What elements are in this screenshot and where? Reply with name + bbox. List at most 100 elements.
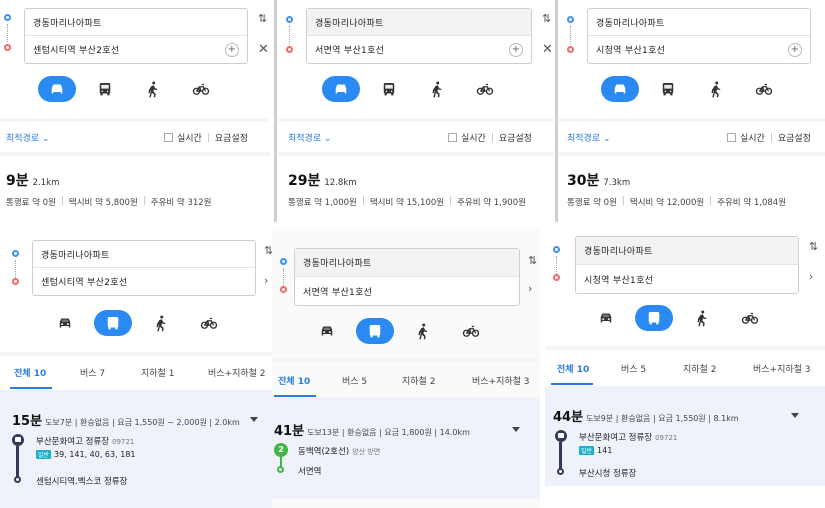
boarding-stop[interactable]: 부산문화여고 정류장 09721 [36, 435, 134, 447]
destination-field[interactable]: 센텀시티역 부산2호선 + [25, 36, 247, 63]
mode-walk-button[interactable] [142, 310, 180, 336]
mode-car-button[interactable] [601, 76, 639, 102]
route-summary[interactable]: 29분 12.8km 통행료 약 1,000원 택시비 약 15,100원 주유비 약… [288, 170, 526, 208]
origin-field[interactable]: 경동마리나아파트 [33, 241, 255, 268]
mode-bike-button[interactable] [466, 76, 504, 102]
chevron-right-icon[interactable]: › [809, 270, 813, 283]
tab-bus[interactable]: 버스 7 [80, 366, 105, 379]
bus-numbers[interactable]: 일반 39, 141, 40, 63, 181 [36, 450, 135, 459]
mode-walk-button[interactable] [697, 76, 735, 102]
swap-icon[interactable]: ⇅ [264, 244, 272, 257]
mode-car-button[interactable] [587, 305, 625, 331]
swap-icon[interactable]: ⇅ [809, 240, 818, 253]
tab-subway[interactable]: 지하철 1 [141, 366, 174, 379]
route-time: 9분 [6, 173, 29, 189]
tab-bus-subway[interactable]: 버스+지하철 3 [472, 374, 530, 387]
divider-band [278, 118, 554, 122]
route-card[interactable]: 15분 도보7분 | 환승없음 | 요금 1,550원 ~ 2,000원 | 2.… [0, 390, 272, 508]
origin-text: 경동마리나아파트 [584, 247, 653, 257]
destination-text: 서면역 부산1호선 [315, 46, 385, 56]
route-card[interactable]: 44분 도보9분 | 환승없음 | 요금 1,550원 | 8.1km 부산문화여… [545, 386, 825, 486]
mode-walk-button[interactable] [418, 76, 456, 102]
fee-settings-link[interactable]: 요금설정 [778, 131, 811, 144]
mode-transit-button[interactable] [356, 318, 394, 344]
fee-settings-link[interactable]: 요금설정 [499, 131, 532, 144]
destination-field[interactable]: 서면역 부산1호선 [295, 277, 519, 305]
route-summary[interactable]: 9분 2.1km 통행료 약 0원 택시비 약 5,800원 주유비 약 312원 [6, 170, 212, 208]
mode-transit-button[interactable] [649, 76, 687, 102]
mode-transit-button[interactable] [635, 305, 673, 331]
tab-subway[interactable]: 지하철 2 [683, 362, 716, 375]
mode-bike-button[interactable] [745, 76, 783, 102]
swap-icon[interactable]: ⇅ [528, 254, 537, 267]
mode-car-button[interactable] [322, 76, 360, 102]
mode-transit-button[interactable] [86, 76, 124, 102]
chevron-right-icon[interactable]: › [264, 274, 268, 287]
close-icon[interactable]: ✕ [258, 42, 269, 57]
origin-text: 경동마리나아파트 [315, 18, 384, 29]
mode-bike-button[interactable] [190, 310, 228, 336]
route-search-box: 경동마리나아파트 센텀시티역 부산2호선 [32, 240, 256, 296]
tab-subway[interactable]: 지하철 2 [402, 374, 435, 387]
mode-walk-button[interactable] [134, 76, 172, 102]
expand-caret-icon[interactable] [512, 427, 520, 432]
route-summary[interactable]: 30분 7.3km 통행료 약 0원 택시비 약 12,000원 주유비 약 1,08… [567, 170, 786, 208]
origin-field[interactable]: 경동마리나아파트 [588, 9, 810, 36]
add-icon[interactable]: + [509, 42, 523, 57]
mode-car-button[interactable] [46, 310, 84, 336]
route-option-dropdown[interactable]: 최적경로 ⌄ [6, 131, 50, 144]
origin-field[interactable]: 경동마리나아파트 [295, 249, 519, 277]
origin-field[interactable]: 경동마리나아파트 [576, 237, 798, 265]
realtime-checkbox[interactable] [727, 133, 736, 142]
realtime-checkbox[interactable] [164, 133, 173, 142]
swap-icon[interactable]: ⇅ [542, 12, 551, 25]
destination-field[interactable]: 시청역 부산1호선 + [588, 36, 810, 63]
tab-bus[interactable]: 버스 5 [621, 362, 646, 375]
tab-bus[interactable]: 버스 5 [342, 374, 367, 387]
mode-walk-button[interactable] [404, 318, 442, 344]
divider-band [0, 118, 270, 122]
walk-icon [144, 80, 162, 98]
destination-field[interactable]: 시청역 부산1호선 [576, 265, 798, 293]
mode-car-button[interactable] [308, 318, 346, 344]
tab-all[interactable]: 전체 10 [14, 366, 46, 379]
bus-numbers[interactable]: 일반 141 [579, 446, 612, 455]
mode-car-button[interactable] [38, 76, 76, 102]
expand-caret-icon[interactable] [250, 417, 258, 422]
tab-all[interactable]: 전체 10 [557, 362, 589, 375]
alighting-stop[interactable]: 센텀시티역.벡스코 정류장 [36, 475, 127, 487]
divider-band [559, 118, 825, 122]
boarding-station[interactable]: 동백역(2호선) 양산 방면 [298, 445, 380, 457]
destination-field[interactable]: 센텀시티역 부산2호선 [33, 268, 255, 295]
chevron-right-icon[interactable]: › [528, 282, 532, 295]
mode-walk-button[interactable] [683, 305, 721, 331]
add-icon[interactable]: + [225, 42, 239, 57]
alighting-station[interactable]: 서면역 [298, 465, 321, 477]
add-icon[interactable]: + [788, 42, 802, 57]
mode-transit-button[interactable] [370, 76, 408, 102]
bus-icon [645, 309, 663, 327]
destination-field[interactable]: 서면역 부산1호선 + [307, 36, 531, 63]
alighting-stop[interactable]: 부산시청 정류장 [579, 467, 636, 479]
tab-all[interactable]: 전체 10 [278, 374, 310, 387]
origin-field[interactable]: 경동마리나아파트 [307, 9, 531, 36]
mode-transit-button[interactable] [94, 310, 132, 336]
car-icon [318, 322, 336, 340]
route-distance: 12.8km [324, 178, 357, 188]
tab-bus-subway[interactable]: 버스+지하철 3 [753, 362, 811, 375]
mode-bike-button[interactable] [182, 76, 220, 102]
route-option-dropdown[interactable]: 최적경로 ⌄ [567, 131, 611, 144]
swap-icon[interactable]: ⇅ [258, 12, 267, 25]
boarding-stop[interactable]: 부산문화여고 정류장 09721 [579, 431, 677, 443]
fee-settings-link[interactable]: 요금설정 [215, 131, 248, 144]
mode-bike-button[interactable] [452, 318, 490, 344]
route-option-dropdown[interactable]: 최적경로 ⌄ [288, 131, 332, 144]
mode-bike-button[interactable] [731, 305, 769, 331]
car-icon [611, 80, 629, 98]
tab-bus-subway[interactable]: 버스+지하철 2 [208, 366, 266, 379]
close-icon[interactable]: ✕ [542, 42, 553, 57]
expand-caret-icon[interactable] [791, 413, 799, 418]
route-card[interactable]: 41분 도보13분 | 환승없음 | 요금 1,800원 | 14.0km 2 동… [272, 398, 540, 498]
realtime-checkbox[interactable] [448, 133, 457, 142]
origin-field[interactable]: 경동마리나아파트 [25, 9, 247, 36]
